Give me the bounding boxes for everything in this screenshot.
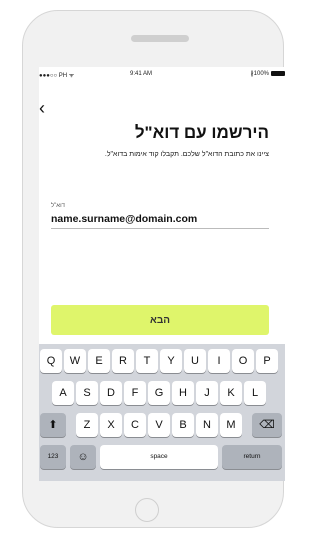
phone-frame: ●●●○○ PH ᯤ 9:41 AM ∦100% ‹ הירשמו עם דוא…: [22, 10, 285, 528]
keyboard: Q W E R T Y U I O P A S D F G H J K L ⬆ …: [39, 344, 285, 481]
key-u[interactable]: U: [184, 349, 206, 373]
key-n[interactable]: N: [196, 413, 218, 437]
key-o[interactable]: O: [232, 349, 254, 373]
battery-indicator: ∦100%: [251, 70, 285, 77]
key-l[interactable]: L: [244, 381, 266, 405]
key-x[interactable]: X: [100, 413, 122, 437]
key-d[interactable]: D: [100, 381, 122, 405]
emoji-icon[interactable]: ☺: [70, 445, 96, 469]
battery-icon: [271, 71, 285, 76]
key-b[interactable]: B: [172, 413, 194, 437]
key-f[interactable]: F: [124, 381, 146, 405]
carrier-signal: ●●●○○ PH ᯤ: [39, 73, 75, 79]
status-bar: ●●●○○ PH ᯤ 9:41 AM ∦100%: [39, 67, 285, 81]
key-a[interactable]: A: [52, 381, 74, 405]
page-title: הירשמו עם דוא"ל: [134, 123, 269, 142]
key-m[interactable]: M: [220, 413, 242, 437]
key-q[interactable]: Q: [40, 349, 62, 373]
key-j[interactable]: J: [196, 381, 218, 405]
email-field-underline: [51, 228, 269, 229]
key-h[interactable]: H: [172, 381, 194, 405]
key-k[interactable]: K: [220, 381, 242, 405]
email-field-label: דוא"ל: [51, 203, 65, 209]
key-s[interactable]: S: [76, 381, 98, 405]
key-y[interactable]: Y: [160, 349, 182, 373]
key-c[interactable]: C: [124, 413, 146, 437]
return-key[interactable]: return: [222, 445, 282, 469]
shift-key[interactable]: ⬆: [40, 413, 66, 437]
page-subtitle: ציינו את כתובת הדוא"ל שלכם. תקבלו קוד אי…: [104, 151, 269, 158]
key-i[interactable]: I: [208, 349, 230, 373]
delete-key[interactable]: ⌫: [252, 413, 282, 437]
email-field[interactable]: name.surname@domain.com: [51, 213, 197, 225]
numbers-key[interactable]: 123: [40, 445, 66, 469]
home-button[interactable]: [135, 498, 159, 522]
battery-text: ∦100%: [250, 71, 269, 77]
back-chevron-icon[interactable]: ‹: [39, 99, 55, 119]
key-w[interactable]: W: [64, 349, 86, 373]
key-v[interactable]: V: [148, 413, 170, 437]
key-r[interactable]: R: [112, 349, 134, 373]
key-e[interactable]: E: [88, 349, 110, 373]
key-z[interactable]: Z: [76, 413, 98, 437]
key-p[interactable]: P: [256, 349, 278, 373]
next-button[interactable]: הבא: [51, 305, 269, 335]
status-time: 9:41 AM: [130, 71, 153, 77]
screen: ●●●○○ PH ᯤ 9:41 AM ∦100% ‹ הירשמו עם דוא…: [39, 67, 285, 481]
space-key[interactable]: space: [100, 445, 218, 469]
key-g[interactable]: G: [148, 381, 170, 405]
speaker-grille: [131, 35, 189, 42]
key-t[interactable]: T: [136, 349, 158, 373]
